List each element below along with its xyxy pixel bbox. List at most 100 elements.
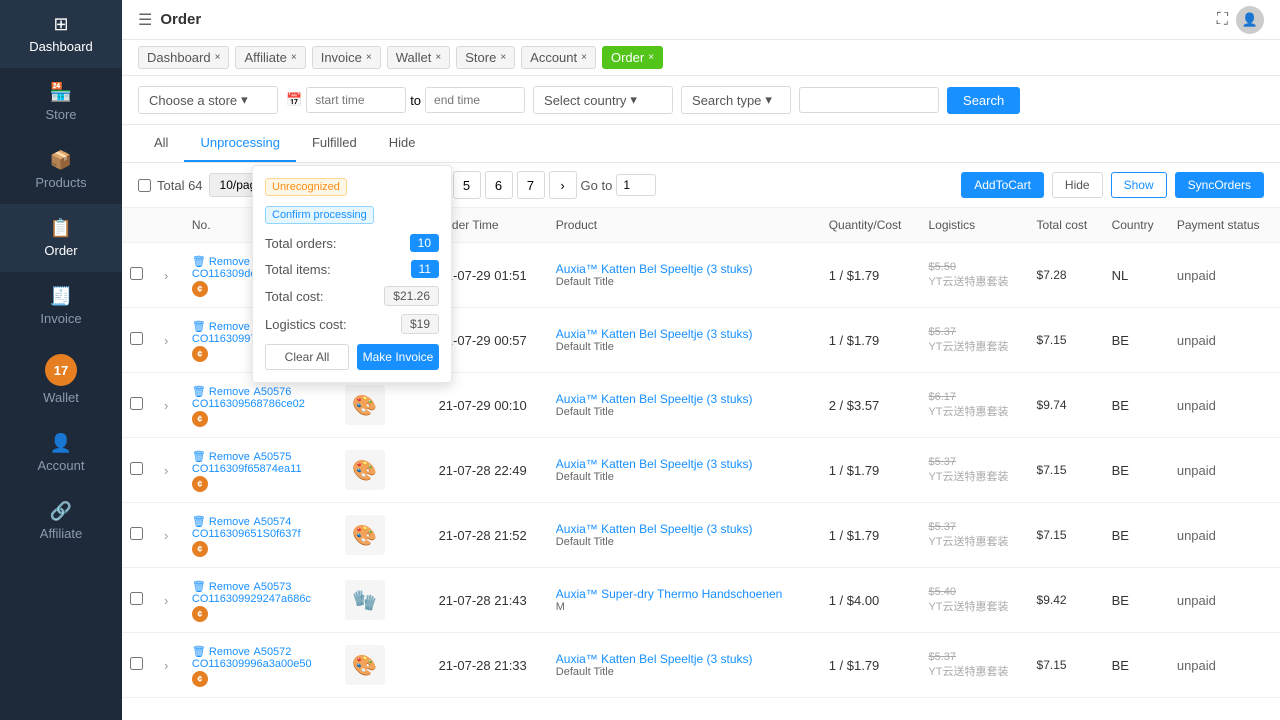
row-expand-cell[interactable]: › [152, 243, 184, 308]
row-checkbox[interactable] [130, 267, 143, 280]
remove-link[interactable]: 🗑 Remove [192, 646, 250, 658]
sidebar-item-invoice[interactable]: 🧾 Invoice [0, 272, 122, 340]
close-icon[interactable]: × [500, 52, 506, 63]
goto-label: Go to [581, 178, 613, 193]
add-to-cart-button[interactable]: AddToCart [961, 172, 1044, 198]
close-icon[interactable]: × [291, 52, 297, 63]
tab-fulfilled[interactable]: Fulfilled [296, 125, 373, 162]
breadcrumb-tab-dashboard[interactable]: Dashboard × [138, 46, 229, 69]
row-checkbox-cell[interactable] [122, 438, 152, 503]
row-country-cell: BE [1104, 503, 1169, 568]
remove-link[interactable]: 🗑 Remove [192, 386, 250, 398]
row-checkbox-cell[interactable] [122, 633, 152, 698]
row-product-cell: Auxia™ Katten Bel Speeltje (3 stuks) Def… [548, 243, 821, 308]
row-total-cost-cell: $7.28 [1029, 243, 1104, 308]
sidebar-item-wallet[interactable]: 17 Wallet [0, 340, 122, 419]
breadcrumb-tab-wallet[interactable]: Wallet × [387, 46, 450, 69]
row-checkbox-cell[interactable] [122, 568, 152, 633]
country-select[interactable]: Select country ▾ [533, 86, 673, 114]
start-date-input[interactable] [306, 87, 406, 113]
close-icon[interactable]: × [366, 52, 372, 63]
page-button-7[interactable]: 7 [517, 171, 545, 199]
sidebar-item-dashboard[interactable]: ⊞ Dashboard [0, 0, 122, 68]
row-checkbox[interactable] [130, 332, 143, 345]
tab-hide[interactable]: Hide [373, 125, 432, 162]
breadcrumb-tab-store[interactable]: Store × [456, 46, 515, 69]
row-checkbox-cell[interactable] [122, 373, 152, 438]
close-icon[interactable]: × [215, 52, 221, 63]
expand-button[interactable]: › [160, 658, 172, 673]
row-expand-cell[interactable]: › [152, 438, 184, 503]
sidebar-item-products[interactable]: 📦 Products [0, 136, 122, 204]
show-button[interactable]: Show [1111, 172, 1167, 198]
menu-icon[interactable]: ☰ [138, 10, 152, 30]
product-name[interactable]: Auxia™ Katten Bel Speeltje (3 stuks) [556, 457, 813, 471]
remove-link[interactable]: 🗑 Remove [192, 516, 250, 528]
search-keyword-input[interactable] [799, 87, 939, 113]
end-date-input[interactable] [425, 87, 525, 113]
sidebar-item-store[interactable]: 🏪 Store [0, 68, 122, 136]
row-checkbox[interactable] [130, 397, 143, 410]
row-expand-cell[interactable]: › [152, 633, 184, 698]
row-checkbox-cell[interactable] [122, 503, 152, 568]
row-checkbox-cell[interactable] [122, 243, 152, 308]
sync-orders-button[interactable]: SyncOrders [1175, 172, 1264, 198]
row-expand-cell[interactable]: › [152, 373, 184, 438]
make-invoice-button[interactable]: Make Invoice [357, 344, 439, 370]
breadcrumb-tab-order[interactable]: Order × [602, 46, 663, 69]
row-checkbox[interactable] [130, 592, 143, 605]
product-name[interactable]: Auxia™ Katten Bel Speeltje (3 stuks) [556, 392, 813, 406]
page-button-5[interactable]: 5 [453, 171, 481, 199]
product-name[interactable]: Auxia™ Katten Bel Speeltje (3 stuks) [556, 262, 813, 276]
expand-button[interactable]: › [160, 528, 172, 543]
remove-link[interactable]: 🗑 Remove [192, 581, 250, 593]
sidebar-item-account[interactable]: 👤 Account [0, 419, 122, 487]
row-checkbox[interactable] [130, 462, 143, 475]
expand-button[interactable]: › [160, 398, 172, 413]
row-expand-cell[interactable]: › [152, 568, 184, 633]
hide-button[interactable]: Hide [1052, 172, 1103, 198]
tab-unprocessing[interactable]: Unprocessing [184, 125, 296, 162]
clear-all-button[interactable]: Clear All [265, 344, 349, 370]
search-button[interactable]: Search [947, 87, 1020, 114]
row-expand-cell[interactable]: › [152, 308, 184, 373]
sidebar-item-affiliate[interactable]: 🔗 Affiliate [0, 487, 122, 555]
coin-icon: ¢ [192, 476, 208, 492]
row-product-img-cell: 🎨 [337, 438, 431, 503]
row-checkbox[interactable] [130, 657, 143, 670]
product-name[interactable]: Auxia™ Super-dry Thermo Handschoenen [556, 587, 813, 601]
product-name[interactable]: Auxia™ Katten Bel Speeltje (3 stuks) [556, 327, 813, 341]
expand-button[interactable]: › [160, 268, 172, 283]
store-select[interactable]: Choose a store ▾ [138, 86, 278, 114]
country: BE [1112, 593, 1129, 608]
close-icon[interactable]: × [581, 52, 587, 63]
search-type-select[interactable]: Search type ▾ [681, 86, 791, 114]
next-page-button[interactable]: › [549, 171, 577, 199]
product-name[interactable]: Auxia™ Katten Bel Speeltje (3 stuks) [556, 652, 813, 666]
select-all-checkbox[interactable] [138, 179, 151, 192]
close-icon[interactable]: × [435, 52, 441, 63]
breadcrumb-tab-invoice[interactable]: Invoice × [312, 46, 381, 69]
fullscreen-icon[interactable]: ⛶ [1217, 11, 1228, 29]
goto-input[interactable] [616, 174, 656, 196]
expand-button[interactable]: › [160, 593, 172, 608]
logistics-name: YT云送特惠套装 [928, 468, 1020, 484]
avatar[interactable]: 👤 [1236, 6, 1264, 34]
remove-link[interactable]: 🗑 Remove [192, 321, 250, 333]
sidebar-item-order[interactable]: 📋 Order [0, 204, 122, 272]
breadcrumb-tab-account[interactable]: Account × [521, 46, 596, 69]
row-checkbox-cell[interactable] [122, 308, 152, 373]
remove-link[interactable]: 🗑 Remove [192, 256, 250, 268]
page-button-6[interactable]: 6 [485, 171, 513, 199]
col-expand [152, 208, 184, 243]
expand-button[interactable]: › [160, 333, 172, 348]
breadcrumb-tab-affiliate[interactable]: Affiliate × [235, 46, 305, 69]
expand-button[interactable]: › [160, 463, 172, 478]
remove-link[interactable]: 🗑 Remove [192, 451, 250, 463]
tab-all[interactable]: All [138, 125, 184, 162]
row-expand-cell[interactable]: › [152, 503, 184, 568]
product-name[interactable]: Auxia™ Katten Bel Speeltje (3 stuks) [556, 522, 813, 536]
close-icon[interactable]: × [648, 52, 654, 63]
chevron-down-icon: ▾ [241, 92, 248, 108]
row-checkbox[interactable] [130, 527, 143, 540]
